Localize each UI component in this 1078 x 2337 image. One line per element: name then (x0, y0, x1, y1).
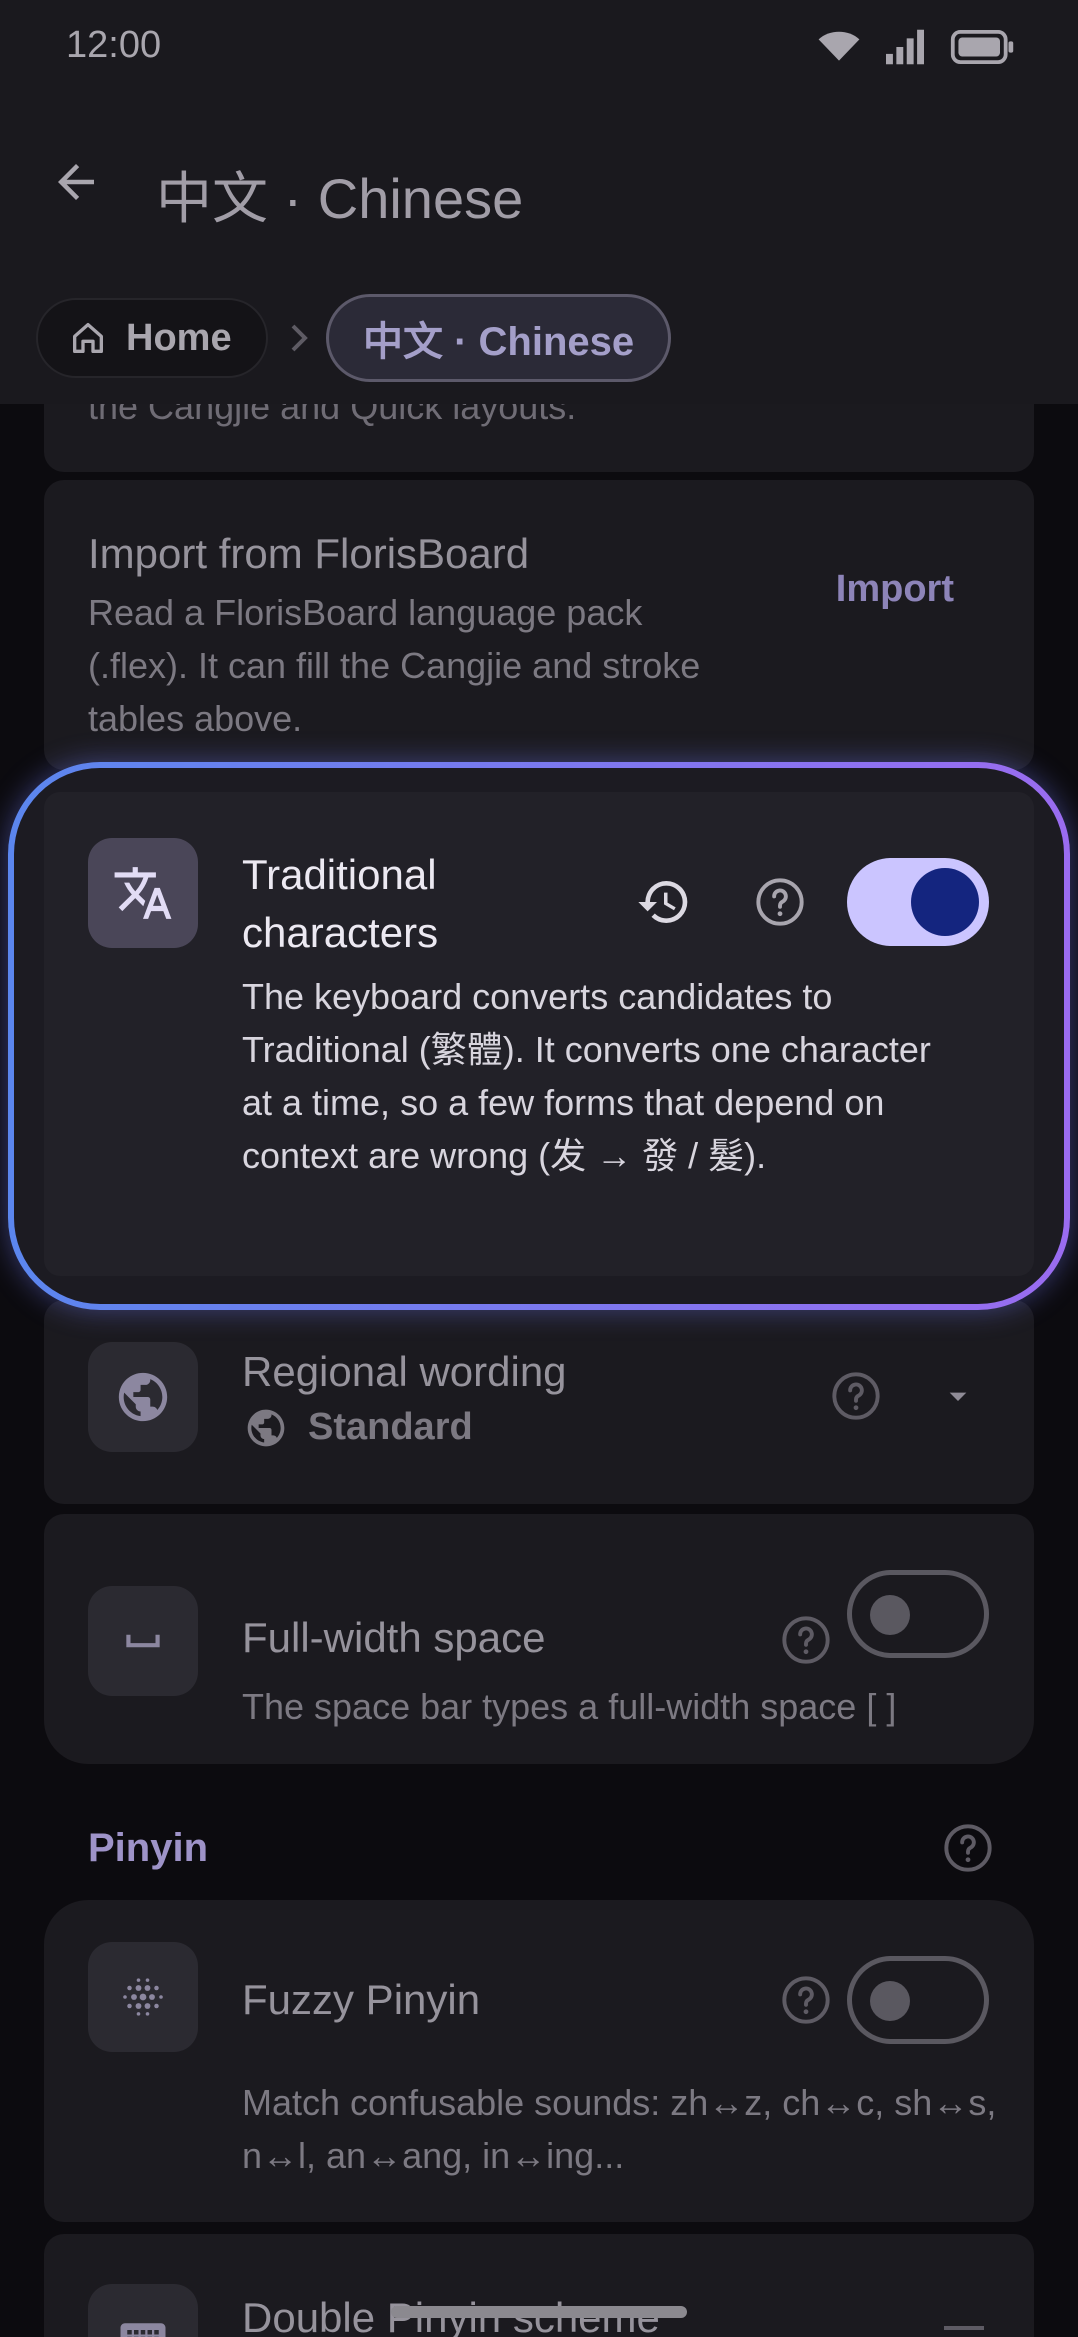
reset-button[interactable] (636, 874, 692, 930)
toggle-knob (870, 1981, 910, 2021)
globe-icon (88, 1342, 198, 1452)
regional-wording-title: Regional wording (242, 1348, 567, 1395)
regional-wording-value: Standard (308, 1406, 473, 1448)
chevron-right-icon (291, 324, 308, 352)
traditional-characters-card[interactable]: Traditional characters The keyboard conv… (44, 792, 1034, 1276)
chevron-down-icon[interactable] (938, 1376, 978, 1416)
help-icon[interactable] (780, 1614, 832, 1666)
import-button[interactable]: Import (836, 568, 954, 611)
breadcrumb-home[interactable]: Home (36, 298, 268, 378)
top-app-bar: 12:00 中文 · Chinese Home 中文 · Chinese (0, 0, 1078, 404)
battery-icon (950, 30, 1014, 64)
breadcrumb-current-label: 中文 · Chinese (363, 320, 635, 364)
home-icon (73, 323, 104, 353)
regional-wording-card[interactable]: Regional wording Standard (44, 1300, 1034, 1504)
import-card[interactable]: Import from FlorisBoard Read a FlorisBoa… (44, 480, 1034, 770)
globe-small-icon (247, 1409, 285, 1447)
keyboard-icon (88, 2284, 198, 2337)
page-title: 中文 · Chinese (156, 167, 524, 230)
section-header-pinyin: Pinyin (88, 1826, 209, 1870)
history-icon (638, 881, 688, 923)
dropdown-indicator (944, 2326, 984, 2330)
fuzzy-pinyin-toggle[interactable] (847, 1956, 989, 2044)
traditional-characters-title: Traditional characters (242, 851, 439, 956)
fuzzy-pinyin-title: Fuzzy Pinyin (242, 1976, 481, 2023)
dots-grid-icon (88, 1942, 198, 2052)
full-width-space-card[interactable]: Full-width space The space bar types a f… (44, 1514, 1034, 1764)
traditional-characters-description: The keyboard converts candidates to Trad… (242, 976, 931, 1176)
traditional-characters-toggle[interactable] (847, 858, 989, 946)
help-icon[interactable] (780, 1974, 832, 2026)
wifi-icon (818, 31, 860, 61)
signal-icon (886, 29, 924, 65)
status-time: 12:00 (66, 24, 162, 66)
toggle-knob (911, 868, 979, 936)
breadcrumb-home-label: Home (126, 316, 232, 359)
help-icon[interactable] (942, 1822, 994, 1874)
import-card-description: Read a FlorisBoard language pack (.flex)… (88, 592, 701, 739)
translate-icon (88, 838, 198, 948)
full-width-space-title: Full-width space (242, 1614, 546, 1661)
import-card-title: Import from FlorisBoard (88, 530, 530, 577)
fuzzy-pinyin-card[interactable]: Fuzzy Pinyin Match confusable sounds: zh… (44, 1900, 1034, 2222)
full-width-space-description: The space bar types a full-width space [… (242, 1686, 897, 1727)
full-width-space-toggle[interactable] (847, 1570, 989, 1658)
double-pinyin-card[interactable]: Double Pinyin scheme (44, 2234, 1034, 2337)
help-icon[interactable] (754, 876, 806, 928)
status-icons (818, 28, 1016, 66)
back-button[interactable] (44, 150, 108, 214)
toggle-knob (870, 1595, 910, 1635)
gesture-nav-handle[interactable] (391, 2306, 687, 2318)
help-icon[interactable] (830, 1370, 882, 1422)
fuzzy-pinyin-description: Match confusable sounds: zh↔z, ch↔c, sh↔… (242, 2082, 997, 2176)
arrow-back-icon (58, 164, 94, 200)
breadcrumb-current[interactable]: 中文 · Chinese (326, 294, 672, 382)
space-bar-icon (88, 1586, 198, 1696)
